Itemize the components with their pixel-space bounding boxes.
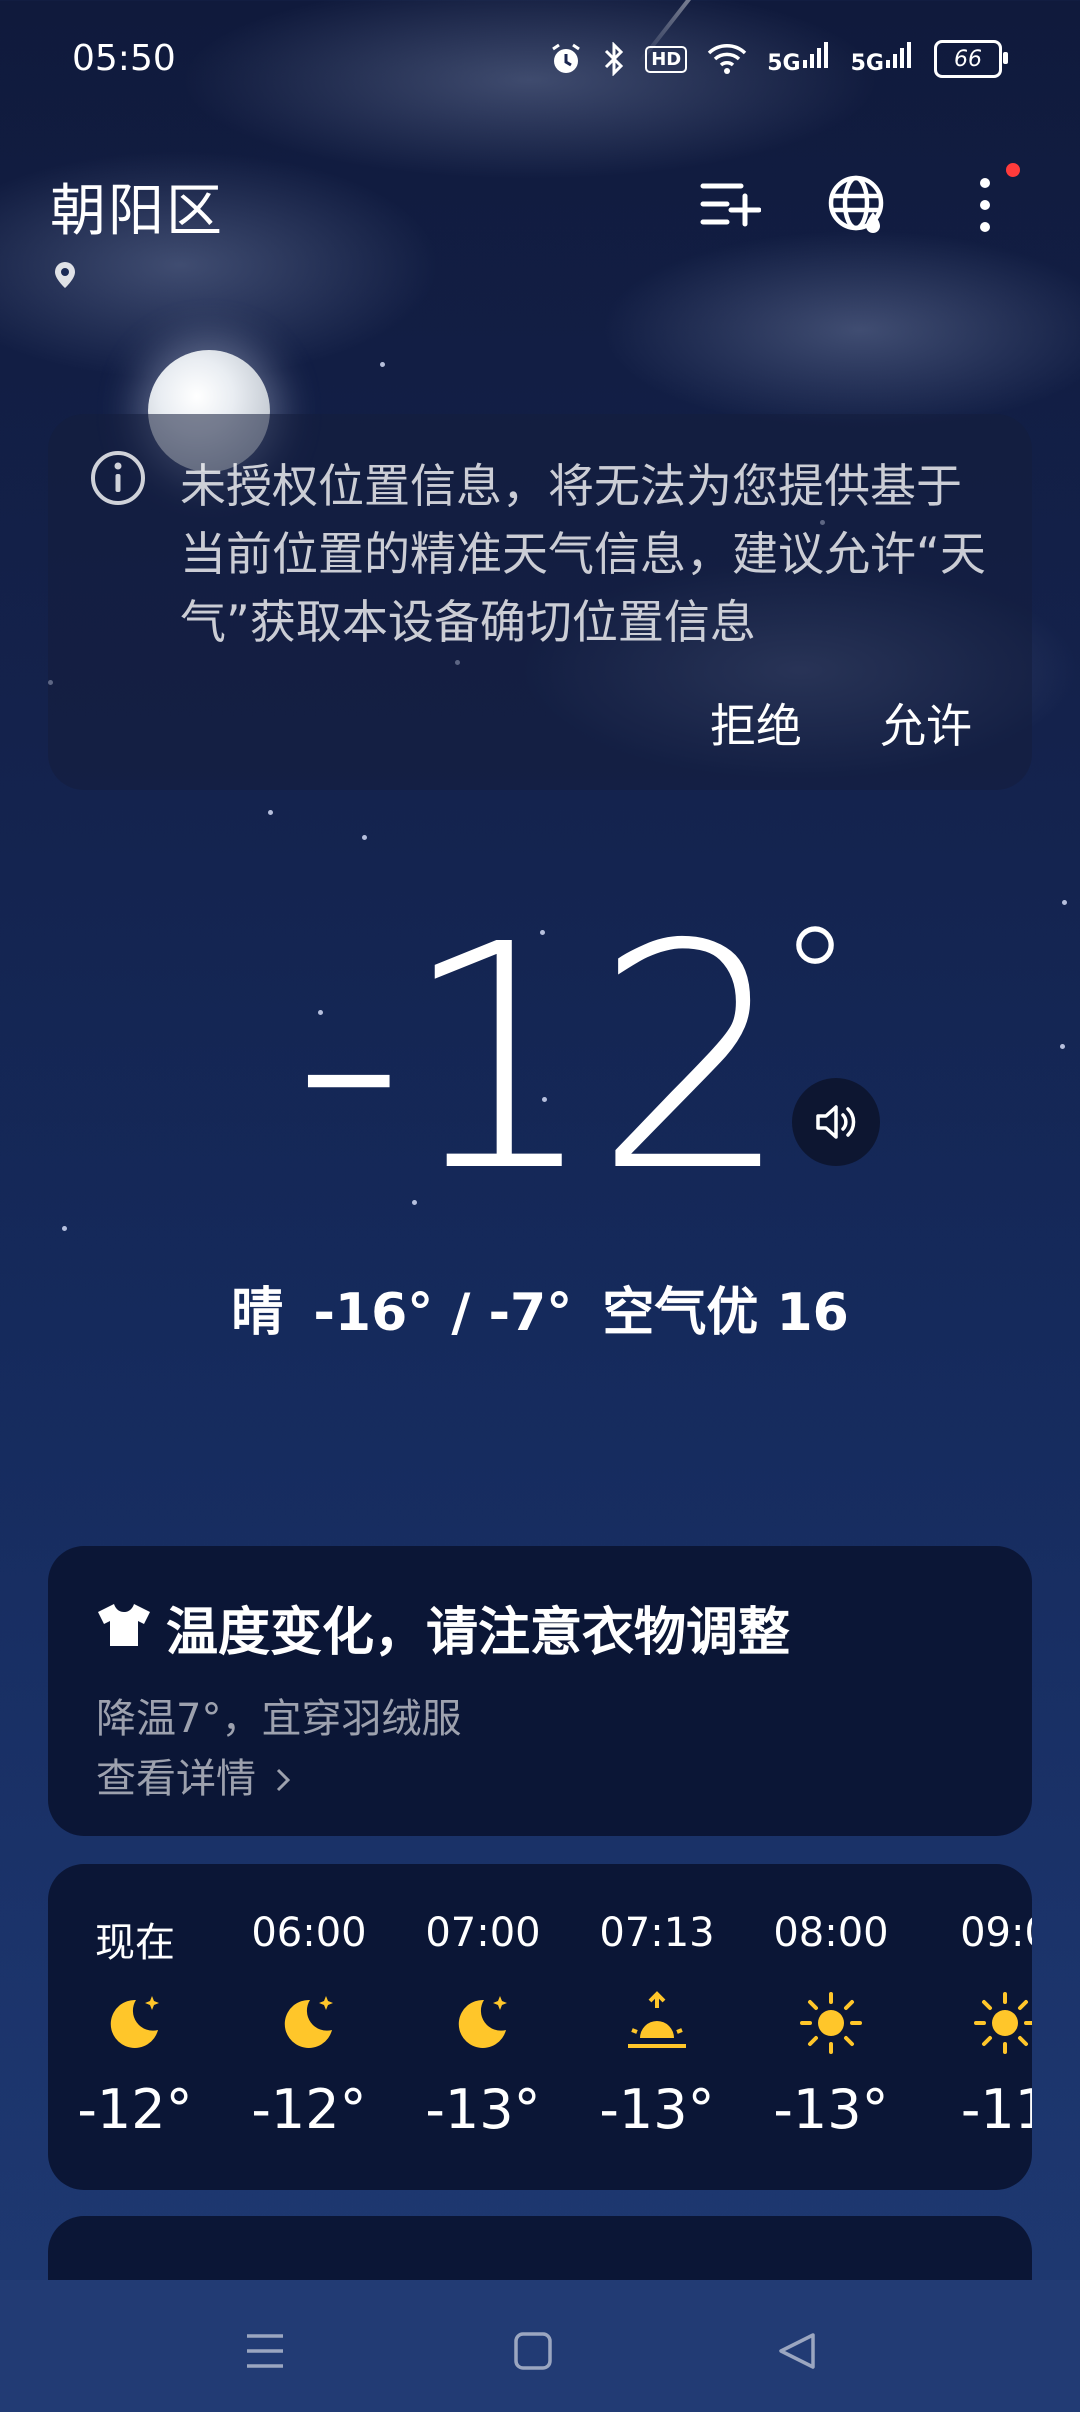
- notification-dot: [1006, 163, 1020, 177]
- hour-temp: -13°: [773, 2078, 889, 2141]
- add-city-icon: [700, 183, 761, 227]
- moon-icon: [284, 1996, 333, 2048]
- hour-time: 09:0: [960, 1910, 1032, 1956]
- home-square-icon: [514, 2332, 552, 2370]
- condition-text: 晴: [231, 1283, 284, 1343]
- shirt-icon: [98, 1604, 150, 1646]
- signal-5g-2: 5G: [851, 40, 914, 78]
- tip-title: 温度变化，请注意衣物调整: [166, 1603, 791, 1663]
- clothing-tip-card[interactable]: 温度变化，请注意衣物调整 降温7°，宜穿羽绒服 查看详情: [48, 1546, 1032, 1836]
- hour-temp: -13°: [425, 2078, 541, 2141]
- city-title[interactable]: 朝阳区: [50, 166, 224, 247]
- moon-icon: [110, 1996, 159, 2048]
- status-time: 05:50: [72, 38, 176, 79]
- degree-symbol: °: [780, 898, 850, 1061]
- sun-icon: [800, 1992, 862, 2054]
- hour-time: 08:00: [773, 1910, 889, 1956]
- menu-nav-button[interactable]: [240, 2326, 290, 2376]
- hour-temp: -12°: [77, 2078, 193, 2141]
- wifi-icon: [708, 44, 747, 74]
- hourly-forecast-card[interactable]: 现在 -12° 06:00 -12° 07:00 -13° 07:13 -13°…: [48, 1864, 1032, 2190]
- hour-time: 07:00: [425, 1910, 541, 1956]
- allow-button[interactable]: 允许: [880, 690, 972, 756]
- voice-broadcast-button[interactable]: [792, 1078, 880, 1166]
- speaker-icon: [816, 1105, 856, 1139]
- hd-icon: HD: [645, 45, 688, 73]
- hour-item: 09:0 -11: [918, 1910, 1032, 2141]
- battery-icon: 66: [934, 40, 1008, 78]
- location-pin-icon: [55, 262, 75, 288]
- more-menu-button[interactable]: [950, 170, 1020, 240]
- status-icons: HD 5G 5G 66: [549, 40, 1008, 78]
- add-city-button[interactable]: [695, 170, 765, 240]
- hour-temp: -12°: [251, 2078, 367, 2141]
- hour-item: 07:00 -13°: [396, 1910, 570, 2141]
- signal-5g-1: 5G: [767, 40, 830, 78]
- menu-icon: [247, 2334, 283, 2368]
- current-temperature: -12 °: [0, 900, 1080, 1220]
- deny-button[interactable]: 拒绝: [710, 690, 802, 756]
- hour-item: 现在 -12°: [48, 1910, 222, 2141]
- moon-icon: [458, 1996, 507, 2048]
- hour-time: 07:13: [599, 1910, 715, 1956]
- tip-subtitle: 降温7°，宜穿羽绒服: [96, 1696, 462, 1742]
- temperature-value: -12: [292, 879, 791, 1240]
- home-nav-button[interactable]: [508, 2326, 558, 2376]
- back-nav-button[interactable]: [772, 2326, 822, 2376]
- system-nav-bar: [0, 2280, 1080, 2412]
- location-permission-card: 未授权位置信息，将无法为您提供基于当前位置的精准天气信息，建议允许“天气”获取本…: [48, 414, 1032, 790]
- hour-item: 08:00 -13°: [744, 1910, 918, 2141]
- hour-temp: -13°: [599, 2078, 715, 2141]
- info-icon: [91, 451, 145, 505]
- chevron-right-icon: [276, 1768, 290, 1792]
- more-icon: [980, 178, 990, 232]
- alarm-icon: [552, 43, 581, 73]
- globe-button[interactable]: [823, 170, 893, 240]
- globe-icon: [828, 175, 884, 233]
- permission-message: 未授权位置信息，将无法为您提供基于当前位置的精准天气信息，建议允许“天气”获取本…: [180, 459, 986, 649]
- hour-temp: -11: [960, 2078, 1032, 2141]
- back-triangle-icon: [779, 2333, 815, 2369]
- hour-item: 07:13 -13°: [570, 1910, 744, 2141]
- hour-item: 06:00 -12°: [222, 1910, 396, 2141]
- view-details-link[interactable]: 查看详情: [96, 1746, 293, 1804]
- air-quality[interactable]: 空气优 16: [602, 1283, 848, 1343]
- hour-time: 06:00: [251, 1910, 367, 1956]
- temperature-range: -16° / -7°: [313, 1283, 573, 1343]
- sun-icon: [974, 1992, 1032, 2054]
- hour-time: 现在: [95, 1920, 175, 1966]
- sunrise-icon: [628, 1991, 686, 2048]
- bluetooth-icon: [605, 42, 624, 76]
- view-details-label: 查看详情: [96, 1756, 256, 1802]
- status-bar: 05:50 HD 5G 5G 66: [0, 0, 1080, 120]
- weather-summary: 晴 -16° / -7° 空气优 16: [0, 1270, 1080, 1345]
